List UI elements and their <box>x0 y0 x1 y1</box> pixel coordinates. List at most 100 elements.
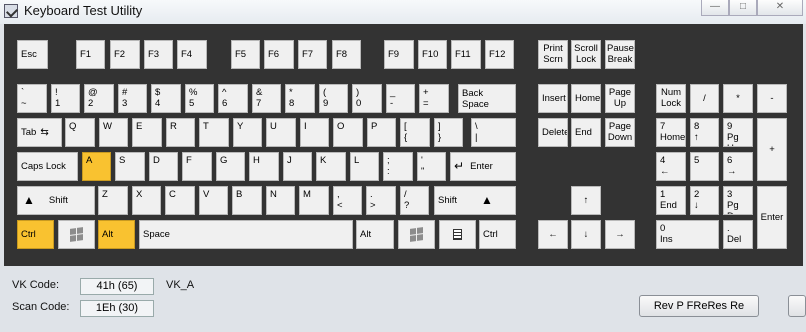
key-d[interactable]: D <box>149 152 178 181</box>
key-8[interactable]: * 8 <box>285 84 315 113</box>
key-arrow-up[interactable]: ↑ <box>571 186 601 215</box>
key-num-2[interactable]: 2 ↓ <box>690 186 719 215</box>
key-g[interactable]: G <box>216 152 245 181</box>
key-1[interactable]: ! 1 <box>51 84 80 113</box>
key-arrow-right[interactable]: → <box>605 220 635 249</box>
key-print-screen[interactable]: Print Scrn <box>538 40 568 69</box>
key-q[interactable]: Q <box>65 118 95 147</box>
key-num-lock[interactable]: Num Lock <box>656 84 686 113</box>
key-left-windows[interactable] <box>58 220 95 249</box>
key-x[interactable]: X <box>132 186 161 215</box>
key-c[interactable]: C <box>165 186 195 215</box>
key-period[interactable]: . > <box>366 186 396 215</box>
key-n[interactable]: N <box>266 186 295 215</box>
minimize-button[interactable]: — <box>701 0 729 16</box>
key-f2[interactable]: F2 <box>110 40 140 69</box>
key-f[interactable]: F <box>182 152 212 181</box>
key-num-decimal[interactable]: . Del <box>723 220 753 249</box>
key-page-down[interactable]: Page Down <box>605 118 635 147</box>
key-quote[interactable]: ' " <box>417 152 446 181</box>
key-num-3[interactable]: 3 Pg Dn <box>723 186 753 215</box>
key-f10[interactable]: F10 <box>418 40 447 69</box>
key-3[interactable]: # 3 <box>118 84 147 113</box>
key-f9[interactable]: F9 <box>384 40 414 69</box>
key-0[interactable]: ) 0 <box>352 84 382 113</box>
key-j[interactable]: J <box>283 152 312 181</box>
key-arrow-left[interactable]: ← <box>538 220 568 249</box>
key-tab[interactable]: Tab ⇆ <box>17 118 62 147</box>
key-equals[interactable]: + = <box>419 84 449 113</box>
key-right-shift[interactable]: Shift ▲ <box>434 186 516 215</box>
maximize-button[interactable]: □ <box>729 0 757 16</box>
key-num-4[interactable]: 4 ← <box>656 152 686 181</box>
key-u[interactable]: U <box>266 118 296 147</box>
key-h[interactable]: H <box>249 152 279 181</box>
key-num-7[interactable]: 7 Home <box>656 118 686 147</box>
key-num-5[interactable]: 5 <box>690 152 719 181</box>
key-delete[interactable]: Delete <box>538 118 568 147</box>
key-left-bracket[interactable]: [ { <box>400 118 430 147</box>
key-minus[interactable]: _ - <box>386 84 415 113</box>
key-t[interactable]: T <box>199 118 229 147</box>
close-button[interactable]: ✕ <box>757 0 803 16</box>
key-menu[interactable] <box>439 220 476 249</box>
key-esc[interactable]: Esc <box>17 40 48 69</box>
key-m[interactable]: M <box>299 186 329 215</box>
key-i[interactable]: I <box>300 118 329 147</box>
key-y[interactable]: Y <box>233 118 262 147</box>
key-num-multiply[interactable]: * <box>723 84 753 113</box>
key-num-add[interactable]: + <box>757 118 787 181</box>
key-5[interactable]: % 5 <box>185 84 214 113</box>
key-backslash[interactable]: \ | <box>471 118 516 147</box>
key-comma[interactable]: , < <box>333 186 362 215</box>
key-7[interactable]: & 7 <box>252 84 281 113</box>
key-f6[interactable]: F6 <box>264 40 294 69</box>
key-space[interactable]: Space <box>139 220 353 249</box>
key-num-enter[interactable]: Enter <box>757 186 787 249</box>
key-end[interactable]: End <box>571 118 601 147</box>
key-9[interactable]: ( 9 <box>319 84 348 113</box>
exit-button[interactable] <box>788 295 806 317</box>
key-6[interactable]: ^ 6 <box>218 84 248 113</box>
key-backtick[interactable]: ` ~ <box>17 84 47 113</box>
key-f11[interactable]: F11 <box>451 40 481 69</box>
key-f4[interactable]: F4 <box>177 40 207 69</box>
key-b[interactable]: B <box>232 186 262 215</box>
key-right-ctrl[interactable]: Ctrl <box>479 220 516 249</box>
key-f7[interactable]: F7 <box>298 40 327 69</box>
key-enter[interactable]: ↵ Enter <box>450 152 516 181</box>
key-slash[interactable]: / ? <box>400 186 429 215</box>
key-scroll-lock[interactable]: Scroll Lock <box>571 40 601 69</box>
key-num-6[interactable]: 6 → <box>723 152 753 181</box>
reset-button[interactable]: Rev P FReRes Re <box>639 295 759 317</box>
key-s[interactable]: S <box>115 152 145 181</box>
key-pause-break[interactable]: Pause Break <box>605 40 635 69</box>
key-2[interactable]: @ 2 <box>84 84 114 113</box>
key-home[interactable]: Home <box>571 84 601 113</box>
key-right-alt[interactable]: Alt <box>356 220 394 249</box>
key-left-shift[interactable]: ▲ Shift <box>17 186 95 215</box>
key-r[interactable]: R <box>166 118 195 147</box>
key-num-9[interactable]: 9 Pg Up <box>723 118 753 147</box>
key-4[interactable]: $ 4 <box>151 84 181 113</box>
key-num-1[interactable]: 1 End <box>656 186 686 215</box>
key-w[interactable]: W <box>99 118 128 147</box>
key-o[interactable]: O <box>333 118 363 147</box>
key-backspace[interactable]: Back Space <box>458 84 516 113</box>
key-f1[interactable]: F1 <box>76 40 105 69</box>
key-num-divide[interactable]: / <box>690 84 719 113</box>
key-f3[interactable]: F3 <box>144 40 173 69</box>
key-arrow-down[interactable]: ↓ <box>571 220 601 249</box>
key-caps-lock[interactable]: Caps Lock <box>17 152 78 181</box>
key-l[interactable]: L <box>350 152 379 181</box>
key-p[interactable]: P <box>367 118 396 147</box>
key-num-subtract[interactable]: - <box>757 84 787 113</box>
key-left-ctrl[interactable]: Ctrl <box>17 220 54 249</box>
key-f12[interactable]: F12 <box>485 40 514 69</box>
key-page-up[interactable]: Page Up <box>605 84 635 113</box>
key-f8[interactable]: F8 <box>332 40 361 69</box>
key-k[interactable]: K <box>316 152 346 181</box>
key-left-alt[interactable]: Alt <box>98 220 135 249</box>
key-semicolon[interactable]: ; : <box>383 152 413 181</box>
key-num-0[interactable]: 0 Ins <box>656 220 719 249</box>
